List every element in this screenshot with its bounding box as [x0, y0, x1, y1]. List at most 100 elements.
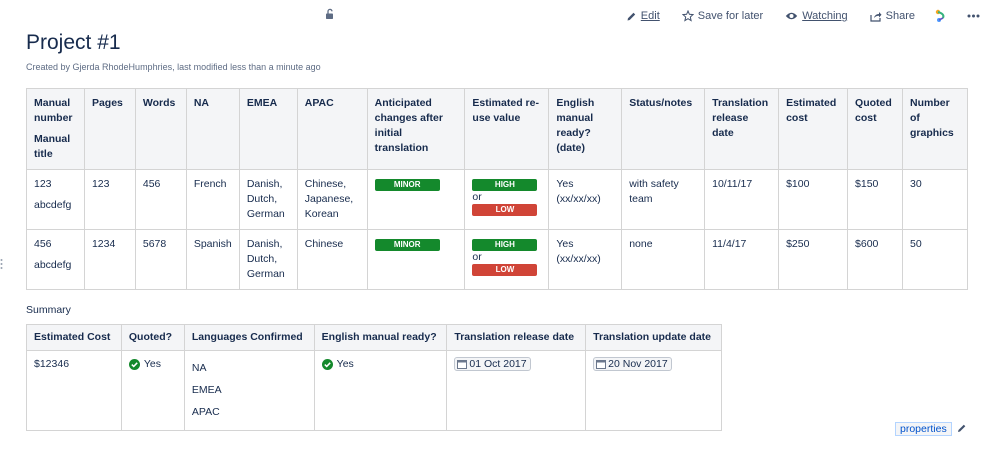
cell-reuse: HIGH or LOW: [464, 169, 550, 230]
cell-anticipated: MINOR: [366, 169, 466, 230]
high-lozenge: HIGH: [472, 179, 538, 191]
calendar-icon: [457, 360, 468, 369]
summary-update-date: 20 Nov 2017: [585, 350, 722, 431]
header-apac: APAC: [296, 88, 368, 170]
cell-graphics: 30: [901, 169, 969, 230]
summary-table: Estimated Cost Quoted? Languages Confirm…: [26, 324, 722, 431]
share-icon: [870, 11, 882, 22]
page-toolbar: Edit Save for later Watching Share: [604, 9, 980, 23]
cell-estimated-cost: $100: [778, 169, 849, 230]
header-quoted-cost: Quoted cost: [847, 88, 903, 170]
check-circle-icon: [128, 359, 140, 370]
cell-quoted-cost: $150: [847, 169, 903, 230]
header-english-ready: English manual ready? (date): [548, 88, 623, 170]
minor-lozenge: MINOR: [374, 239, 440, 251]
release-date-chip[interactable]: 01 Oct 2017: [454, 357, 531, 371]
summary-english-ready-value: Yes: [336, 358, 354, 370]
header-pages: Pages: [83, 88, 136, 170]
cell-anticipated: MINOR: [366, 229, 466, 290]
header-status: Status/notes: [621, 88, 706, 170]
cell-manual: 456 abcdefg: [26, 229, 85, 290]
high-lozenge: HIGH: [472, 239, 538, 251]
watching-label: Watching: [802, 10, 848, 22]
summary-release-date: 01 Oct 2017: [446, 350, 587, 431]
share-button[interactable]: Share: [870, 10, 915, 22]
language-item: APAC: [191, 406, 220, 418]
table-row: 456 abcdefg 1234 5678 Spanish Danish, Du…: [26, 229, 969, 290]
language-item: EMEA: [191, 384, 222, 396]
table-header-row: Manual number Manual title Pages Words N…: [26, 88, 969, 170]
cell-na: Spanish: [185, 229, 240, 290]
language-item: NA: [191, 362, 207, 374]
cell-english-ready: Yes (xx/xx/xx): [548, 229, 623, 290]
cell-manual-title: abcdefg: [34, 199, 72, 211]
header-na: NA: [185, 88, 240, 170]
lock-icon[interactable]: [324, 8, 336, 20]
summary-row: $12346 Yes NA EMEA APAC Yes 01 Oct 2017 …: [26, 350, 722, 431]
header-words: Words: [134, 88, 187, 170]
header-graphics: Number of graphics: [901, 88, 969, 170]
release-date-value: 01 Oct 2017: [469, 357, 527, 370]
cell-release-date: 10/11/17: [704, 169, 780, 230]
manuals-table: Manual number Manual title Pages Words N…: [26, 88, 969, 290]
more-icon[interactable]: [967, 14, 980, 18]
summary-quoted: Yes: [120, 350, 185, 431]
cell-words: 5678: [134, 229, 187, 290]
eye-icon: [785, 12, 798, 20]
share-label: Share: [885, 10, 915, 22]
calendar-icon: [596, 360, 607, 369]
edit-button[interactable]: Edit: [626, 10, 660, 22]
cell-pages: 123: [83, 169, 136, 230]
low-lozenge: LOW: [472, 204, 538, 216]
pencil-icon: [627, 12, 635, 20]
or-text: or: [472, 251, 482, 263]
header-emea: EMEA: [238, 88, 298, 170]
star-icon: [681, 10, 694, 22]
header-release-date: Translation release date: [704, 88, 780, 170]
save-for-later-button[interactable]: Save for later: [681, 10, 764, 22]
header-summary-release-date: Translation release date: [446, 324, 587, 351]
cell-graphics: 50: [901, 229, 969, 290]
or-text: or: [472, 191, 482, 203]
summary-header-row: Estimated Cost Quoted? Languages Confirm…: [26, 324, 722, 351]
page-byline: Created by Gjerda RhodeHumphries, last m…: [26, 62, 321, 72]
header-summary-update-date: Translation update date: [585, 324, 722, 351]
cell-english-ready: Yes (xx/xx/xx): [548, 169, 623, 230]
header-manual-title: Manual title: [34, 133, 71, 160]
cell-apac: Chinese: [296, 229, 368, 290]
header-anticipated-changes: Anticipated changes after initial transl…: [366, 88, 466, 170]
pencil-icon[interactable]: [957, 423, 967, 436]
cell-release-date: 11/4/17: [704, 229, 780, 290]
side-marker: [0, 258, 3, 270]
cell-emea: Danish, Dutch, German: [238, 229, 298, 290]
cell-manual-title: abcdefg: [34, 259, 72, 271]
cell-status: none: [621, 229, 706, 290]
header-summary-languages: Languages Confirmed: [183, 324, 315, 351]
cell-apac: Chinese, Japanese, Korean: [296, 169, 368, 230]
cell-estimated-cost: $250: [778, 229, 849, 290]
cell-emea: Danish, Dutch, German: [238, 169, 298, 230]
header-summary-english-ready: English manual ready?: [313, 324, 448, 351]
update-date-value: 20 Nov 2017: [608, 357, 668, 370]
edit-label: Edit: [640, 10, 660, 22]
properties-label[interactable]: properties: [895, 422, 952, 436]
summary-english-ready: Yes: [313, 350, 448, 431]
update-date-chip[interactable]: 20 Nov 2017: [593, 357, 672, 371]
check-circle-icon: [321, 359, 333, 370]
header-estimated-cost: Estimated cost: [778, 88, 849, 170]
cell-manual-number: 123: [34, 178, 52, 190]
summary-estimated-cost: $12346: [26, 350, 122, 431]
cell-na: French: [185, 169, 240, 230]
cell-reuse: HIGH or LOW: [464, 229, 550, 290]
cell-quoted-cost: $600: [847, 229, 903, 290]
header-manual: Manual number Manual title: [26, 88, 85, 170]
save-for-later-label: Save for later: [697, 10, 764, 22]
cell-words: 456: [134, 169, 187, 230]
low-lozenge: LOW: [472, 264, 538, 276]
minor-lozenge: MINOR: [374, 179, 440, 191]
header-summary-quoted: Quoted?: [120, 324, 185, 351]
cell-status: with safety team: [621, 169, 706, 230]
header-summary-estimated-cost: Estimated Cost: [26, 324, 122, 351]
app-icon[interactable]: [935, 9, 947, 23]
watching-button[interactable]: Watching: [785, 10, 848, 22]
